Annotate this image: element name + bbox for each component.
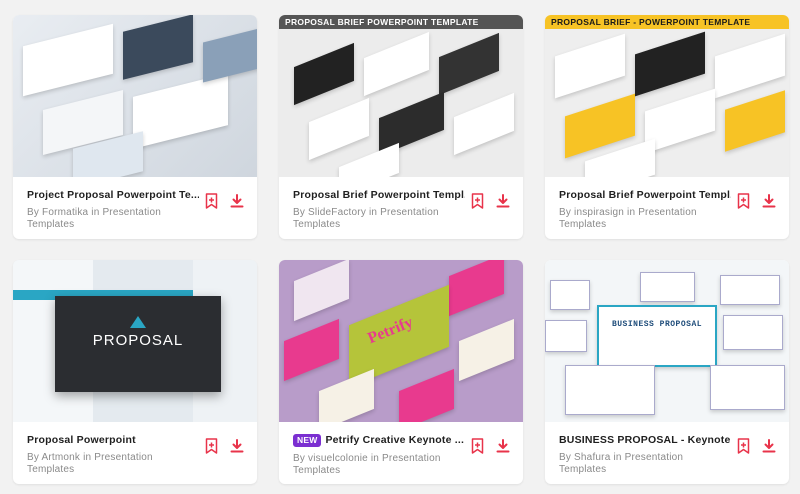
card-title[interactable]: Project Proposal Powerpoint Te... [27, 189, 199, 201]
card-author[interactable]: By Formatika in Presentation [27, 207, 207, 219]
card-thumbnail[interactable]: Petrify [279, 260, 523, 422]
card-category[interactable]: Templates [559, 464, 739, 476]
result-card[interactable]: PROPOSAL BRIEF POWERPOINT TEMPLATE Propo… [279, 15, 523, 239]
download-icon[interactable] [495, 193, 511, 209]
card-info: Proposal Brief Powerpoint Templ... By in… [545, 177, 789, 239]
card-thumbnail[interactable]: PROPOSAL [13, 260, 257, 422]
new-badge: NEW [293, 434, 322, 447]
card-meta: By visuelcolonie in Presentation Templat… [293, 453, 473, 477]
bookmark-add-icon[interactable] [735, 193, 751, 209]
card-meta: By inspirasign in Presentation Templates [559, 207, 739, 231]
card-actions [469, 193, 511, 209]
card-info: NEW Petrify Creative Keynote ... By visue… [279, 422, 523, 484]
card-title[interactable]: Proposal Brief Powerpoint Templ... [293, 189, 465, 201]
card-thumbnail[interactable]: BUSINESS PROPOSAL [545, 260, 789, 422]
card-author[interactable]: By Artmonk in Presentation [27, 452, 207, 464]
card-actions [735, 193, 777, 209]
bookmark-add-icon[interactable] [203, 438, 219, 454]
download-icon[interactable] [761, 438, 777, 454]
thumbnail-banner: PROPOSAL BRIEF POWERPOINT TEMPLATE [279, 15, 523, 29]
card-info: Proposal Brief Powerpoint Templ... By Sl… [279, 177, 523, 239]
card-category[interactable]: Templates [293, 465, 473, 477]
card-title-text[interactable]: Petrify Creative Keynote ... [325, 434, 464, 446]
result-card[interactable]: BUSINESS PROPOSAL BUSINESS PROPOSAL - Ke… [545, 260, 789, 484]
card-title[interactable]: Proposal Powerpoint [27, 434, 199, 446]
thumbnail-title: BUSINESS PROPOSAL [611, 320, 703, 329]
bookmark-add-icon[interactable] [203, 193, 219, 209]
card-thumbnail[interactable]: PROPOSAL BRIEF POWERPOINT TEMPLATE [279, 15, 523, 177]
card-author[interactable]: By SlideFactory in Presentation [293, 207, 473, 219]
bookmark-add-icon[interactable] [469, 438, 485, 454]
card-category[interactable]: Templates [559, 219, 739, 231]
card-category[interactable]: Templates [27, 464, 207, 476]
card-author[interactable]: By inspirasign in Presentation [559, 207, 739, 219]
card-info: Project Proposal Powerpoint Te... By For… [13, 177, 257, 239]
result-card[interactable]: Petrify NEW Petrify Creative Keynote ... … [279, 260, 523, 484]
bookmark-add-icon[interactable] [735, 438, 751, 454]
card-meta: By Artmonk in Presentation Templates [27, 452, 207, 476]
card-author[interactable]: By Shafura in Presentation [559, 452, 739, 464]
result-card[interactable]: PROPOSAL Proposal Powerpoint By Artmonk … [13, 260, 257, 484]
bookmark-add-icon[interactable] [469, 193, 485, 209]
card-info: BUSINESS PROPOSAL - Keynote ... By Shafu… [545, 422, 789, 484]
card-title[interactable]: Proposal Brief Powerpoint Templ... [559, 189, 731, 201]
results-grid: Project Proposal Powerpoint Te... By For… [0, 0, 800, 494]
card-meta: By Formatika in Presentation Templates [27, 207, 207, 231]
card-info: Proposal Powerpoint By Artmonk in Presen… [13, 422, 257, 484]
card-actions [203, 193, 245, 209]
card-actions [735, 438, 777, 454]
download-icon[interactable] [229, 193, 245, 209]
download-icon[interactable] [761, 193, 777, 209]
card-author[interactable]: By visuelcolonie in Presentation [293, 453, 473, 465]
card-category[interactable]: Templates [27, 219, 207, 231]
card-meta: By SlideFactory in Presentation Template… [293, 207, 473, 231]
download-icon[interactable] [229, 438, 245, 454]
card-title[interactable]: BUSINESS PROPOSAL - Keynote ... [559, 434, 731, 446]
thumbnail-banner: PROPOSAL BRIEF - POWERPOINT TEMPLATE [545, 15, 789, 29]
result-card[interactable]: PROPOSAL BRIEF - POWERPOINT TEMPLATE Pro… [545, 15, 789, 239]
download-icon[interactable] [495, 438, 511, 454]
card-thumbnail[interactable] [13, 15, 257, 177]
card-meta: By Shafura in Presentation Templates [559, 452, 739, 476]
result-card[interactable]: Project Proposal Powerpoint Te... By For… [13, 15, 257, 239]
card-actions [469, 438, 511, 454]
card-title[interactable]: NEW Petrify Creative Keynote ... [293, 434, 465, 447]
card-category[interactable]: Templates [293, 219, 473, 231]
thumbnail-title: PROPOSAL [92, 332, 184, 349]
card-actions [203, 438, 245, 454]
card-thumbnail[interactable]: PROPOSAL BRIEF - POWERPOINT TEMPLATE [545, 15, 789, 177]
